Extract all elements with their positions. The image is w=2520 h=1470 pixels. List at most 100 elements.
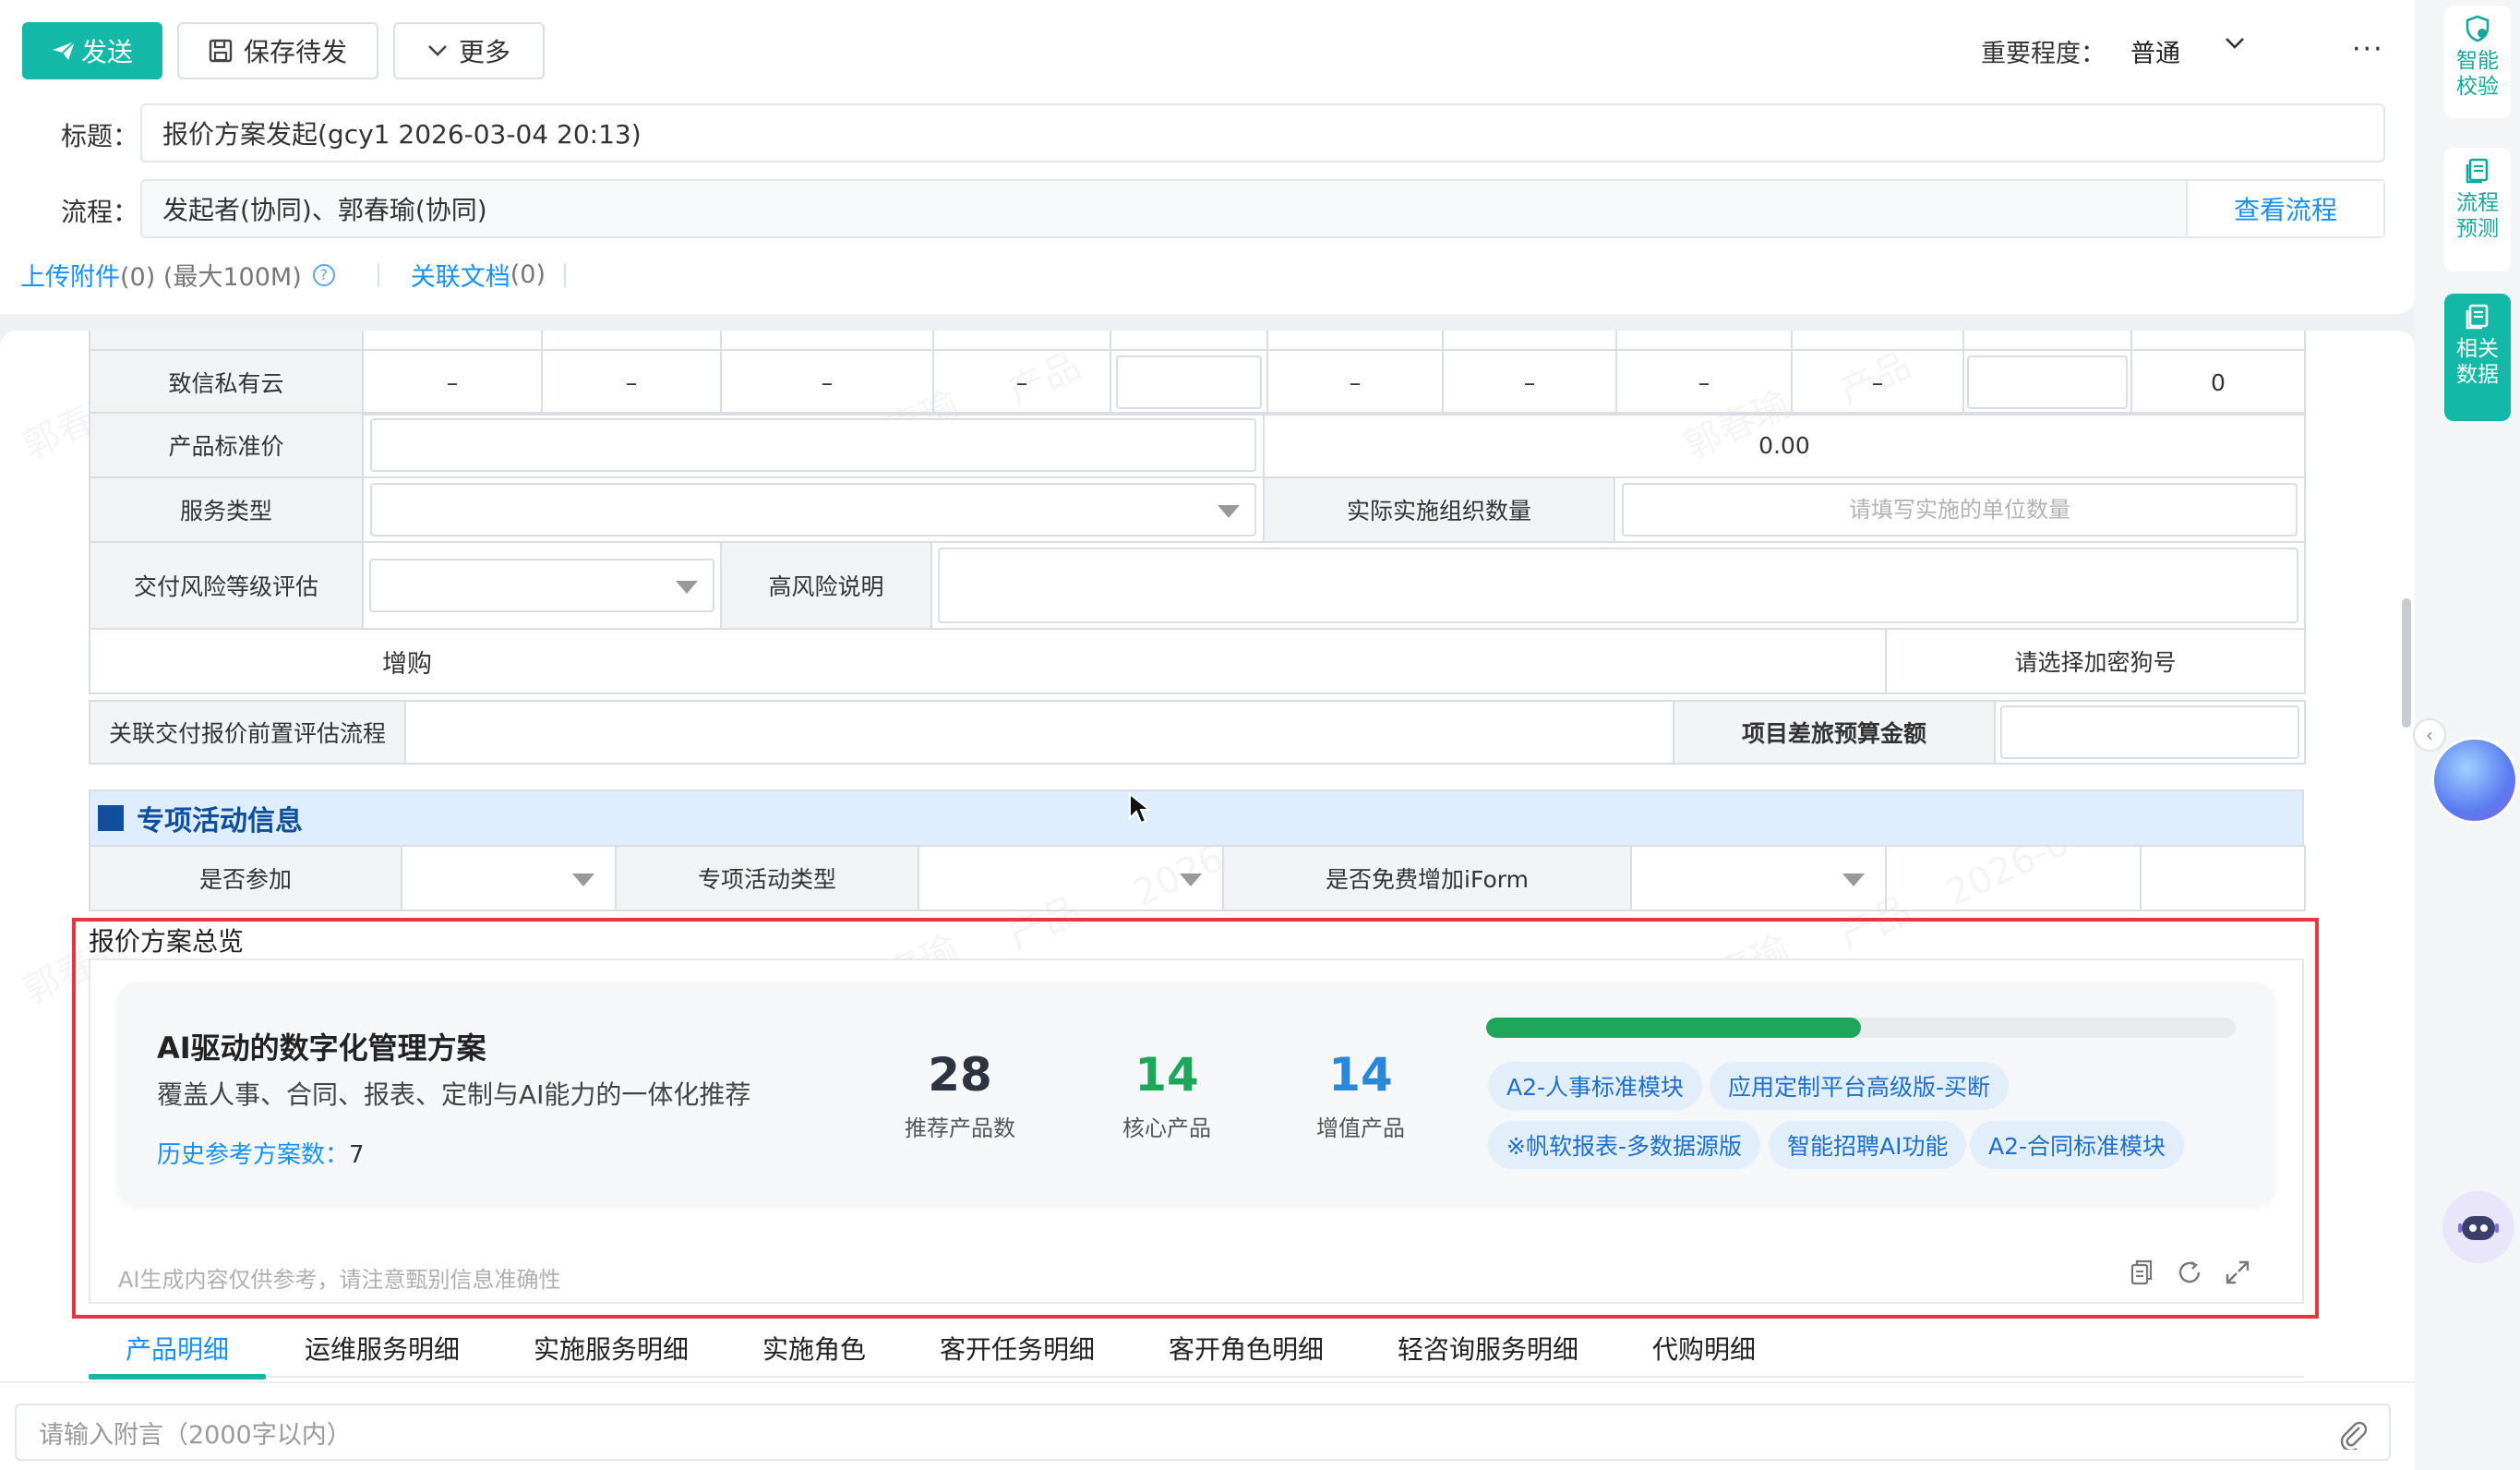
- paper-plane-icon: [52, 41, 76, 60]
- empty-cell: [1885, 845, 2142, 911]
- table-row: 致信私有云 – – – – – – – – 0: [89, 349, 2306, 416]
- tab-impl-service[interactable]: 实施服务明细: [534, 1330, 689, 1367]
- travel-budget-input[interactable]: [2000, 705, 2299, 759]
- stat-core: 14 核心产品: [1065, 1047, 1268, 1142]
- document-stack-icon: [2466, 158, 2489, 184]
- collapse-left-icon[interactable]: ‹: [2413, 718, 2446, 752]
- product-price-value: 0.00: [1262, 412, 2307, 478]
- robot-assistant-button[interactable]: [2442, 1191, 2514, 1263]
- product-chip[interactable]: 智能招聘AI功能: [1769, 1121, 1967, 1169]
- send-label: 发送: [80, 37, 133, 67]
- tab-product-detail[interactable]: 产品明细: [126, 1330, 229, 1367]
- stat-value: 14: [1134, 1048, 1199, 1102]
- more-options-icon[interactable]: ···: [2352, 33, 2384, 66]
- paperclip-icon[interactable]: [2339, 1418, 2367, 1450]
- related-docs-count: (0): [510, 260, 546, 289]
- related-data-button[interactable]: 相关数据: [2444, 294, 2511, 421]
- row-label: 致信私有云: [89, 349, 364, 416]
- high-risk-textarea[interactable]: [938, 548, 2298, 623]
- participate-select[interactable]: [401, 845, 617, 911]
- free-iform-select[interactable]: [1630, 845, 1887, 911]
- refresh-icon[interactable]: [2177, 1259, 2202, 1285]
- service-type-label: 服务类型: [89, 476, 364, 543]
- cell-value: –: [362, 349, 543, 416]
- product-table-stub: [89, 331, 2306, 351]
- attachment-row: 上传附件 (0) (最大100M) ? 关联文档 (0): [20, 257, 597, 293]
- cell-value: –: [541, 349, 722, 416]
- cell-value: –: [1442, 349, 1617, 416]
- related-data-label: 相关数据: [2456, 337, 2499, 387]
- comment-bar: 请输入附言（2000字以内）: [0, 1381, 2415, 1470]
- scrollbar-thumb[interactable]: [2402, 598, 2411, 728]
- product-price-input[interactable]: [370, 418, 1256, 472]
- history-count: 历史参考方案数：7: [157, 1136, 365, 1170]
- chevron-down-icon[interactable]: [2225, 37, 2245, 50]
- activity-type-select[interactable]: [918, 845, 1224, 911]
- flow-label: 流程：: [61, 197, 139, 227]
- core-ratio-progress: [1486, 1018, 2236, 1038]
- view-flow-button[interactable]: 查看流程: [2186, 181, 2383, 236]
- comment-input[interactable]: 请输入附言（2000字以内）: [15, 1404, 2391, 1461]
- tab-custom-task[interactable]: 客开任务明细: [940, 1330, 1095, 1367]
- ai-assistant-avatar[interactable]: [2431, 737, 2518, 824]
- risk-level-select[interactable]: [369, 559, 714, 612]
- title-input[interactable]: 报价方案发起(gcy1 2026-03-04 20:13): [140, 103, 2385, 163]
- related-eval-label: 关联交付报价前置评估流程: [89, 700, 406, 765]
- risk-level-cell: [362, 541, 722, 630]
- related-eval-input[interactable]: [404, 700, 1674, 765]
- ai-disclaimer: AI生成内容仅供参考，请注意甄别信息准确性: [118, 1267, 561, 1293]
- special-activity-header: 专项活动信息: [89, 789, 2304, 847]
- history-value: 7: [349, 1141, 365, 1169]
- copy-icon[interactable]: [2130, 1259, 2153, 1285]
- service-type-select[interactable]: [370, 483, 1256, 536]
- smart-check-button[interactable]: 智能校验: [2444, 6, 2511, 118]
- cell-input-cell: [1962, 349, 2132, 416]
- cell-value: –: [1266, 349, 1444, 416]
- importance-select[interactable]: 普通: [2130, 33, 2180, 69]
- tab-impl-role[interactable]: 实施角色: [762, 1330, 866, 1367]
- help-icon[interactable]: ?: [312, 263, 335, 286]
- comment-placeholder: 请输入附言（2000字以内）: [39, 1420, 352, 1450]
- save-draft-button[interactable]: 保存待发: [177, 22, 378, 79]
- tab-procurement[interactable]: 代购明细: [1652, 1330, 1756, 1367]
- robot-icon: [2458, 1216, 2499, 1240]
- flow-predict-button[interactable]: 流程预测: [2444, 148, 2511, 271]
- actual-org-input[interactable]: 请填写实施的单位数量: [1622, 483, 2298, 536]
- cell-value: 0: [2130, 349, 2306, 416]
- expand-icon[interactable]: [2225, 1259, 2250, 1285]
- cell-input-cell: [1110, 349, 1268, 416]
- divider: [377, 262, 379, 287]
- high-risk-label: 高风险说明: [720, 541, 932, 630]
- detail-tabs: 产品明细 运维服务明细 实施服务明细 实施角色 客开任务明细 客开角色明细 轻咨…: [89, 1309, 2304, 1380]
- tab-consulting[interactable]: 轻咨询服务明细: [1398, 1330, 1578, 1367]
- stat-addon: 14 增值产品: [1259, 1047, 1462, 1142]
- cell-value: –: [1791, 349, 1964, 416]
- history-label: 历史参考方案数：: [157, 1141, 350, 1169]
- flow-value: 发起者(协同)、郭春瑜(协同): [162, 195, 487, 225]
- product-chip[interactable]: ※帆软报表-多数据源版: [1488, 1121, 1760, 1169]
- related-eval-table: 关联交付报价前置评估流程 项目差旅预算金额: [89, 700, 2306, 765]
- tab-ops-service[interactable]: 运维服务明细: [305, 1330, 460, 1367]
- free-iform-label: 是否免费增加iForm: [1222, 845, 1632, 911]
- table-row: 增购 请选择加密狗号: [89, 628, 2306, 694]
- product-chip[interactable]: 应用定制平台高级版-买断: [1710, 1062, 2010, 1110]
- table-row: 是否参加 专项活动类型 是否免费增加iForm: [89, 845, 2306, 911]
- table-row: 产品标准价 0.00: [89, 412, 2307, 478]
- dongle-select[interactable]: 请选择加密狗号: [1885, 628, 2306, 694]
- product-chip[interactable]: A2-合同标准模块: [1970, 1121, 2185, 1169]
- product-chip[interactable]: A2-人事标准模块: [1488, 1062, 1703, 1110]
- upload-attachment-link[interactable]: 上传附件: [20, 257, 120, 293]
- dropdown-arrow-icon: [1180, 873, 1202, 886]
- cell-input[interactable]: [1967, 355, 2128, 409]
- related-docs-link[interactable]: 关联文档: [411, 257, 510, 293]
- chevron-down-icon: [428, 45, 447, 56]
- send-button[interactable]: 发送: [22, 22, 162, 79]
- actual-org-cell: 请填写实施的单位数量: [1613, 476, 2307, 543]
- tab-custom-role[interactable]: 客开角色明细: [1169, 1330, 1324, 1367]
- cell-input[interactable]: [1116, 355, 1262, 409]
- travel-budget-label: 项目差旅预算金额: [1673, 700, 1996, 765]
- participate-label: 是否参加: [89, 845, 402, 911]
- stat-value: 28: [928, 1048, 992, 1102]
- title-value: 报价方案发起(gcy1 2026-03-04 20:13): [162, 119, 642, 150]
- more-button[interactable]: 更多: [393, 22, 545, 79]
